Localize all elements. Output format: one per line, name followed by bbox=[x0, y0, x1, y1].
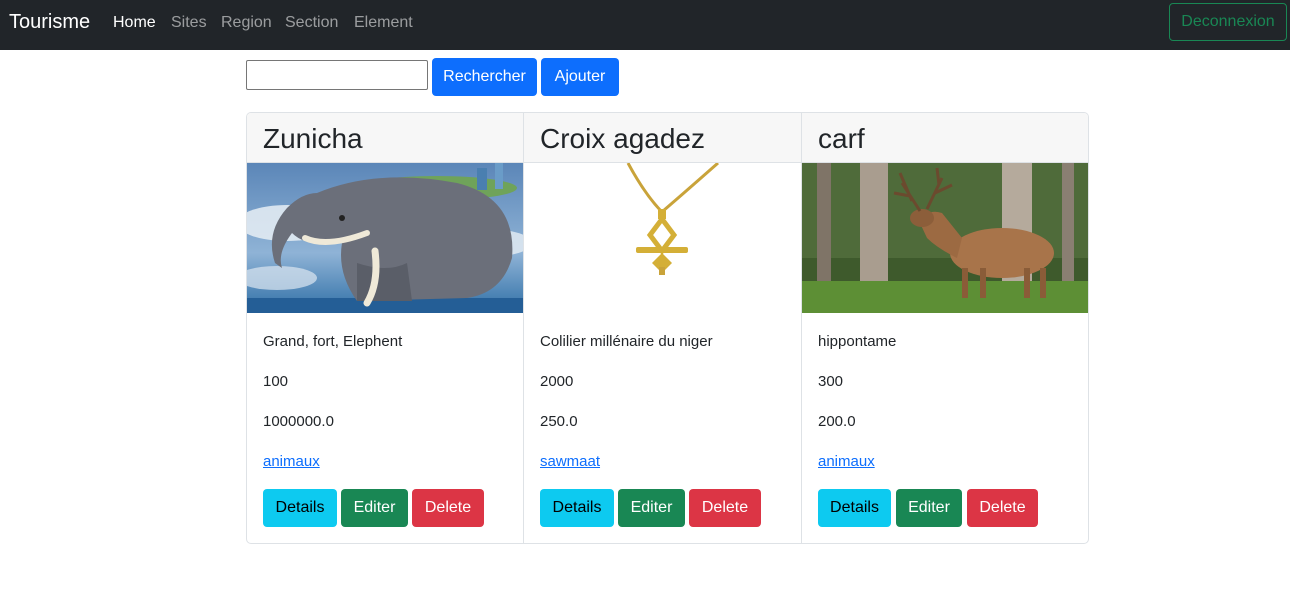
card-title: Zunicha bbox=[247, 113, 523, 163]
card-carf: carf hippontame 300 200.0 animaux Detail… bbox=[802, 113, 1088, 543]
edit-button[interactable]: Editer bbox=[618, 489, 685, 527]
card-title: carf bbox=[802, 113, 1088, 163]
delete-button[interactable]: Delete bbox=[689, 489, 761, 527]
edit-button[interactable]: Editer bbox=[896, 489, 962, 527]
elephant-image bbox=[247, 163, 523, 313]
nav-link-section[interactable]: Section bbox=[285, 13, 338, 33]
nav-link-home[interactable]: Home bbox=[113, 13, 156, 33]
card-description: hippontame bbox=[818, 333, 897, 350]
card-value-2: 250.0 bbox=[540, 413, 578, 430]
edit-button[interactable]: Editer bbox=[341, 489, 408, 527]
card-category-link[interactable]: animaux bbox=[263, 452, 320, 472]
card-description: Colilier millénaire du niger bbox=[540, 333, 713, 350]
search-button[interactable]: Rechercher bbox=[432, 58, 537, 96]
delete-button[interactable]: Delete bbox=[967, 489, 1038, 527]
card-category-link[interactable]: sawmaat bbox=[540, 452, 600, 472]
card-croix-agadez: Croix agadez Colilier millénaire du nige… bbox=[524, 113, 802, 543]
search-input[interactable] bbox=[246, 60, 428, 90]
logout-button[interactable]: Deconnexion bbox=[1169, 3, 1287, 41]
card-value-2: 1000000.0 bbox=[263, 413, 334, 430]
card-value-1: 100 bbox=[263, 373, 289, 390]
card-description: Grand, fort, Elephent bbox=[263, 333, 403, 350]
details-button[interactable]: Details bbox=[818, 489, 891, 527]
nav-link-sites[interactable]: Sites bbox=[171, 13, 207, 33]
delete-button[interactable]: Delete bbox=[412, 489, 484, 527]
nav-link-element[interactable]: Element bbox=[354, 13, 413, 33]
necklace-image bbox=[524, 163, 801, 313]
card-title: Croix agadez bbox=[524, 113, 801, 163]
card-value-2: 200.0 bbox=[818, 413, 856, 430]
details-button[interactable]: Details bbox=[263, 489, 337, 527]
card-category-link[interactable]: animaux bbox=[818, 452, 875, 472]
brand-logo[interactable]: Tourisme bbox=[9, 10, 90, 35]
add-button[interactable]: Ajouter bbox=[541, 58, 619, 96]
nav-link-region[interactable]: Region bbox=[221, 13, 272, 33]
card-value-1: 300 bbox=[818, 373, 844, 390]
card-group: Zunicha Grand, fort, Elephent 100 100000… bbox=[246, 112, 1089, 544]
navbar: Tourisme Home Sites Region Section Eleme… bbox=[0, 0, 1290, 50]
details-button[interactable]: Details bbox=[540, 489, 614, 527]
deer-image bbox=[802, 163, 1088, 313]
card-zunicha: Zunicha Grand, fort, Elephent 100 100000… bbox=[247, 113, 524, 543]
card-value-1: 2000 bbox=[540, 373, 574, 390]
